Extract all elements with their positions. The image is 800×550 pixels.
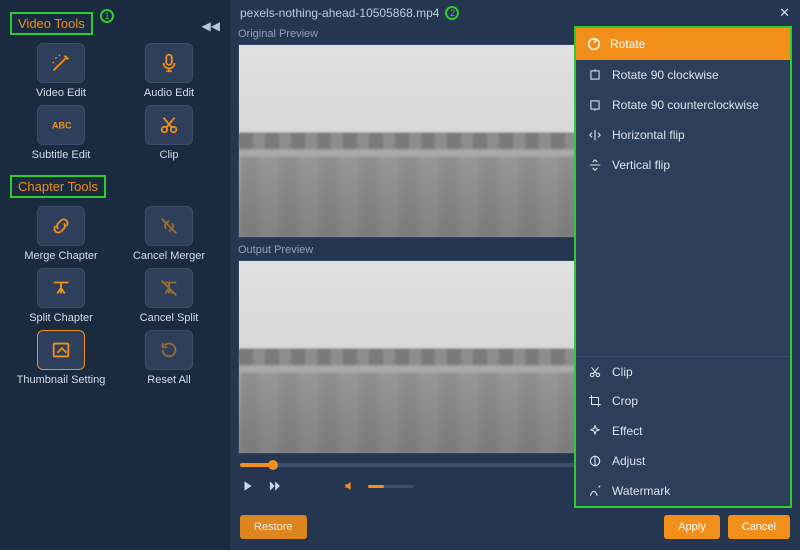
merge-chapter-tool[interactable]: Merge Chapter	[10, 206, 112, 262]
unlink-icon	[145, 206, 193, 246]
video-tools-grid: Video Edit Audio Edit ABC Subtitle Edit …	[10, 43, 220, 161]
split-chapter-tool[interactable]: Split Chapter	[10, 268, 112, 324]
video-edit-tool[interactable]: Video Edit	[10, 43, 112, 99]
tool-label: Merge Chapter	[24, 250, 97, 262]
tool-label: Clip	[160, 149, 179, 161]
video-tools-title: Video Tools	[10, 12, 93, 35]
unsplit-icon	[145, 268, 193, 308]
rotate-90-cw[interactable]: Rotate 90 clockwise	[576, 60, 790, 90]
split-icon	[37, 268, 85, 308]
abc-icon: ABC	[37, 105, 85, 145]
tool-label: Cancel Merger	[133, 250, 205, 262]
play-icon[interactable]	[240, 478, 256, 494]
thumbnail-icon	[37, 330, 85, 370]
main-area: pexels-nothing-ahead-10505868.mp4 2 ✕ Or…	[230, 0, 800, 550]
volume-slider[interactable]	[368, 485, 414, 488]
volume-icon[interactable]	[342, 478, 358, 494]
horizontal-flip[interactable]: Horizontal flip	[576, 120, 790, 150]
tool-label: Split Chapter	[29, 312, 93, 324]
audio-edit-tool[interactable]: Audio Edit	[118, 43, 220, 99]
thumbnail-setting-tool[interactable]: Thumbnail Setting	[10, 330, 112, 386]
chapter-tools-grid: Merge Chapter Cancel Merger Split Chapte…	[10, 206, 220, 386]
chapter-tools-title: Chapter Tools	[10, 175, 106, 198]
tool-label: Thumbnail Setting	[17, 374, 106, 386]
filename: pexels-nothing-ahead-10505868.mp4	[240, 6, 439, 20]
apply-button[interactable]: Apply	[664, 515, 720, 539]
vertical-flip[interactable]: Vertical flip	[576, 150, 790, 180]
watermark-section[interactable]: Watermark	[576, 476, 790, 506]
wand-icon	[37, 43, 85, 83]
footer: Restore Apply Cancel	[230, 510, 800, 550]
cancel-split-tool[interactable]: Cancel Split	[118, 268, 220, 324]
rotate-90-ccw[interactable]: Rotate 90 counterclockwise	[576, 90, 790, 120]
edit-panel: Rotate Rotate 90 clockwise Rotate 90 cou…	[574, 26, 792, 508]
close-icon[interactable]: ✕	[779, 5, 790, 21]
rotate-label: Rotate	[610, 37, 645, 51]
cancel-button[interactable]: Cancel	[728, 515, 790, 539]
reset-icon	[145, 330, 193, 370]
collapse-icon[interactable]: ◀◀	[202, 19, 220, 33]
crop-section[interactable]: Crop	[576, 386, 790, 416]
svg-text:ABC: ABC	[52, 121, 72, 131]
tool-label: Video Edit	[36, 87, 86, 99]
tool-label: Audio Edit	[144, 87, 194, 99]
reset-all-tool[interactable]: Reset All	[118, 330, 220, 386]
next-icon[interactable]	[266, 478, 282, 494]
sidebar: Video Tools ◀◀ Video Edit Audio Edit ABC	[0, 0, 230, 550]
tool-label: Subtitle Edit	[32, 149, 91, 161]
annotation-badge-2: 2	[445, 6, 459, 20]
link-icon	[37, 206, 85, 246]
adjust-section[interactable]: Adjust	[576, 446, 790, 476]
clip-tool[interactable]: Clip	[118, 105, 220, 161]
tool-label: Reset All	[147, 374, 190, 386]
clip-section[interactable]: Clip	[576, 356, 790, 386]
scissors-icon	[145, 105, 193, 145]
effect-section[interactable]: Effect	[576, 416, 790, 446]
restore-button[interactable]: Restore	[240, 515, 307, 539]
rotate-section-header[interactable]: Rotate	[576, 28, 790, 60]
titlebar: pexels-nothing-ahead-10505868.mp4 2 ✕	[230, 0, 800, 26]
tool-label: Cancel Split	[140, 312, 199, 324]
cancel-merger-tool[interactable]: Cancel Merger	[118, 206, 220, 262]
subtitle-edit-tool[interactable]: ABC Subtitle Edit	[10, 105, 112, 161]
mic-icon	[145, 43, 193, 83]
annotation-badge-1: 1	[100, 9, 114, 23]
